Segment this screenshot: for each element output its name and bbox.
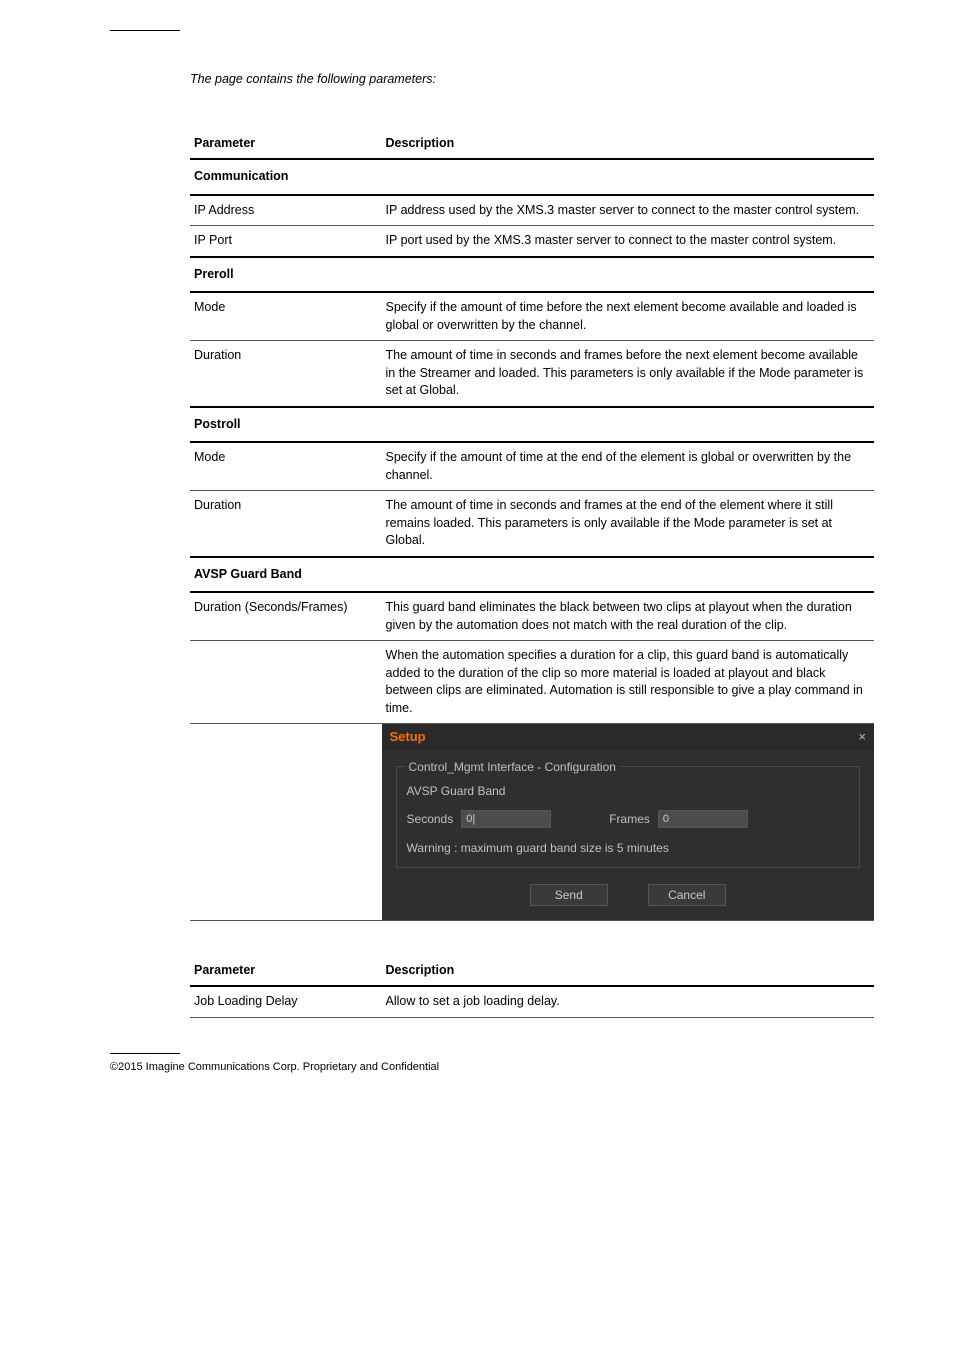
dialog-title: Setup [390,728,426,746]
bottom-page-rule [110,1053,180,1054]
col-parameter-header: Parameter [190,129,382,160]
table-row: Duration (Seconds/Frames)This guard band… [190,592,874,641]
fieldset-legend: Control_Mgmt Interface - Configuration [405,759,620,776]
table-row: When the automation specifies a duration… [190,641,874,724]
table-row: IP AddressIP address used by the XMS.3 m… [190,195,874,226]
param-desc: When the automation specifies a duration… [382,641,874,724]
table-row: Preroll [190,257,874,293]
guard-band-label: AVSP Guard Band [407,783,849,800]
table-row: Communication [190,159,874,195]
col-parameter-header: Parameter [190,956,382,987]
col-description-header: Description [382,129,874,160]
top-page-rule [110,30,180,31]
cancel-button[interactable]: Cancel [648,884,726,906]
table-row: IP PortIP port used by the XMS.3 master … [190,226,874,257]
config-fieldset: Control_Mgmt Interface - Configuration A… [396,766,860,868]
param-desc: The amount of time in seconds and frames… [382,341,874,407]
param-desc: Specify if the amount of time before the… [382,292,874,341]
param-desc: This guard band eliminates the black bet… [382,592,874,641]
frames-label: Frames [609,811,650,828]
section-heading: Communication [190,159,874,195]
table-row: DurationThe amount of time in seconds an… [190,491,874,557]
param-desc: IP port used by the XMS.3 master server … [382,226,874,257]
param-name: IP Port [190,226,382,257]
dialog-titlebar: Setup × [382,724,874,750]
table-row: Setup × Control_Mgmt Interface - Configu… [190,724,874,921]
intro-text: The page contains the following paramete… [190,71,874,89]
table-row: DurationThe amount of time in seconds an… [190,341,874,407]
frames-input[interactable] [658,810,748,828]
param-desc: IP address used by the XMS.3 master serv… [382,195,874,226]
section-heading: Postroll [190,407,874,443]
param-name [190,641,382,724]
table-row: ModeSpecify if the amount of time before… [190,292,874,341]
param-name: Duration [190,341,382,407]
parameters-table-2: Parameter Description Job Loading DelayA… [190,956,874,1018]
col-description-header: Description [382,956,874,987]
param-name: Job Loading Delay [190,986,382,1017]
section-heading: AVSP Guard Band [190,557,874,593]
param-desc: The amount of time in seconds and frames… [382,491,874,557]
table-row: Postroll [190,407,874,443]
table-row: Job Loading DelayAllow to set a job load… [190,986,874,1017]
seconds-input[interactable] [461,810,551,828]
param-name: IP Address [190,195,382,226]
table-row: ModeSpecify if the amount of time at the… [190,442,874,491]
section-heading: Preroll [190,257,874,293]
warning-text: Warning : maximum guard band size is 5 m… [407,840,849,857]
param-desc: Specify if the amount of time at the end… [382,442,874,491]
param-name: Mode [190,442,382,491]
param-name: Mode [190,292,382,341]
param-name: Duration [190,491,382,557]
send-button[interactable]: Send [530,884,608,906]
parameters-table: Parameter Description Communication IP A… [190,129,874,921]
param-name: Duration (Seconds/Frames) [190,592,382,641]
footer-text: ©2015 Imagine Communications Corp. Propr… [110,1060,874,1075]
param-desc: Allow to set a job loading delay. [382,986,874,1017]
setup-dialog: Setup × Control_Mgmt Interface - Configu… [382,724,874,920]
seconds-label: Seconds [407,811,454,828]
table-row: AVSP Guard Band [190,557,874,593]
close-icon[interactable]: × [858,728,866,746]
